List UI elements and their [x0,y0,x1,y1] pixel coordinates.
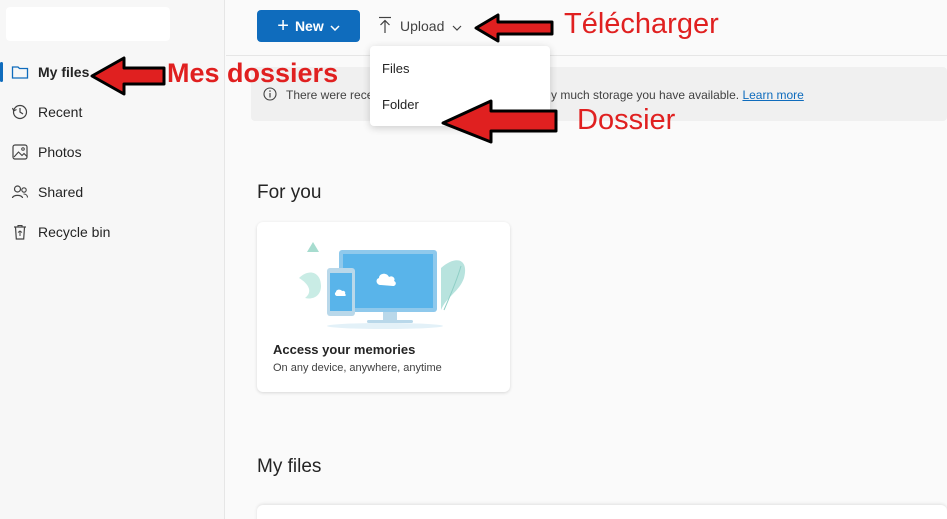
files-list-panel [257,505,947,519]
banner-text-start: There were rece [286,88,374,102]
sidebar-item-label: Photos [38,144,82,160]
image-icon [10,142,30,162]
menu-item-files[interactable]: Files [370,50,550,86]
sidebar-item-shared[interactable]: Shared [0,174,225,210]
upload-button-label: Upload [400,18,445,34]
sidebar-item-photos[interactable]: Photos [0,134,225,170]
new-button-label: New [294,18,324,34]
for-you-heading: For you [257,182,322,203]
sidebar-item-label: Shared [38,184,84,200]
folder-annotation-arrow [441,99,558,144]
folder-icon [10,62,30,82]
banner-text: y much storage you have available. [551,88,740,102]
sidebar-item-label: My files [38,64,90,80]
devices-illustration [299,238,469,335]
annotation-telecharger: Télécharger [564,8,719,40]
my-files-annotation-arrow [90,56,166,96]
toolbar-divider [226,55,947,56]
sidebar-item-recent[interactable]: Recent [0,94,225,130]
card-subtitle: On any device, anywhere, anytime [273,362,442,374]
upload-button[interactable]: Upload [372,10,472,42]
memories-card[interactable]: Access your memories On any device, anyw… [257,222,510,392]
my-files-heading: My files [257,456,322,477]
upload-annotation-arrow [474,13,554,43]
annotation-dossier: Dossier [577,104,676,136]
sidebar-item-label: Recycle bin [38,224,111,240]
plus-icon: + [277,15,289,37]
learn-more-link[interactable]: Learn more [742,88,803,102]
card-title: Access your memories [273,342,416,357]
chevron-down-icon [452,18,462,34]
new-button[interactable]: + New [257,10,360,42]
people-icon [10,182,30,202]
chevron-down-icon [330,18,340,34]
info-icon [263,87,277,104]
app-logo-area [6,7,170,41]
sidebar-item-recycle-bin[interactable]: Recycle bin [0,214,225,250]
sidebar-item-label: Recent [38,104,83,120]
banner-text-end: y much storage you have available. Learn… [551,88,804,102]
upload-icon [378,16,392,37]
annotation-mes-dossiers: Mes dossiers [167,58,339,88]
history-icon [10,102,30,122]
recycle-bin-icon [10,222,30,242]
